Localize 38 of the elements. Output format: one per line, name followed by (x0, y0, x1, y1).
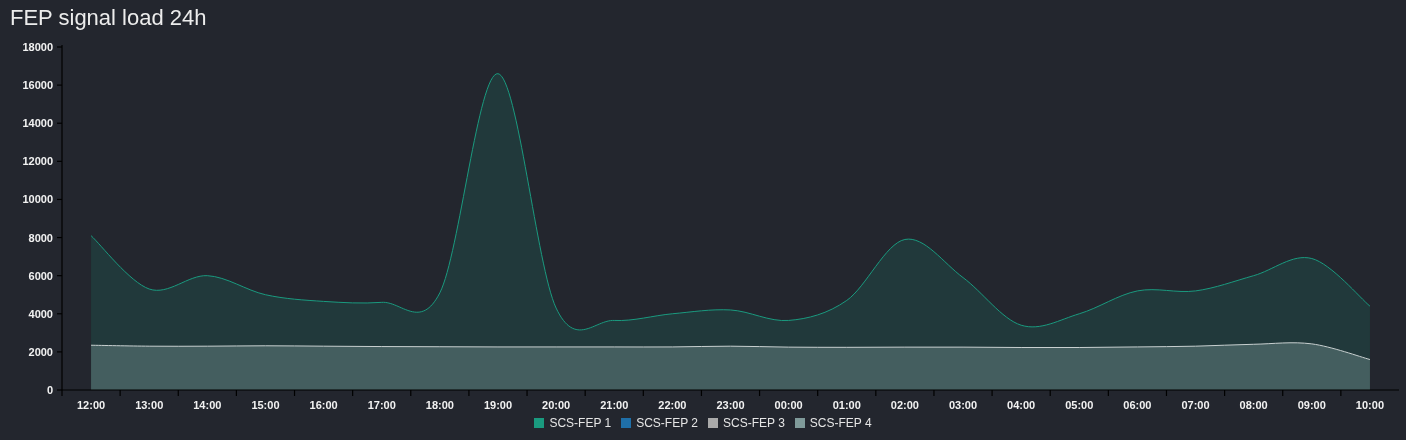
x-tick-label: 12:00 (77, 399, 106, 411)
y-tick-label: 14000 (22, 117, 53, 130)
x-tick-label: 19:00 (483, 399, 513, 411)
legend-label[interactable]: SCS-FEP 3 (723, 416, 785, 430)
chart-title: FEP signal load 24h (9, 4, 208, 32)
y-tick-label: 2000 (28, 345, 53, 358)
x-tick-label: 14:00 (193, 399, 222, 411)
x-tick-label: 23:00 (716, 399, 745, 411)
legend-label[interactable]: SCS-FEP 4 (809, 416, 872, 430)
y-tick-label: 10000 (22, 193, 53, 206)
y-tick-label: 18000 (22, 41, 53, 53)
x-tick-label: 06:00 (1123, 399, 1152, 411)
y-tick-label: 4000 (28, 307, 53, 320)
x-tick-label: 22:00 (658, 399, 687, 411)
y-tick-label: 12000 (22, 155, 53, 168)
y-tick-label: 6000 (28, 269, 53, 282)
x-tick-label: 08:00 (1239, 399, 1268, 411)
y-tick-label: 8000 (28, 231, 53, 244)
x-tick-label: 05:00 (1065, 399, 1094, 411)
x-tick-label: 03:00 (948, 399, 978, 411)
x-tick-label: 18:00 (425, 399, 454, 411)
x-tick-label: 15:00 (251, 399, 280, 411)
x-tick-label: 20:00 (542, 399, 571, 411)
x-tick-label: 17:00 (367, 399, 396, 411)
x-tick-label: 09:00 (1297, 399, 1326, 411)
y-tick-label: 16000 (22, 79, 53, 92)
x-tick-label: 16:00 (309, 399, 338, 411)
legend-label[interactable]: SCS-FEP 1 (549, 416, 612, 430)
x-tick-label: 21:00 (600, 399, 629, 411)
x-tick-label: 00:00 (774, 399, 803, 411)
legend-label[interactable]: SCS-FEP 2 (636, 416, 698, 430)
y-tick-label: 0 (46, 384, 53, 396)
x-tick-label: 01:00 (832, 399, 861, 411)
x-tick-label: 02:00 (890, 399, 919, 411)
x-tick-label: 13:00 (135, 399, 164, 411)
x-tick-label: 04:00 (1007, 399, 1036, 411)
x-tick-label: 10:00 (1355, 399, 1384, 411)
x-tick-label: 07:00 (1181, 399, 1210, 411)
